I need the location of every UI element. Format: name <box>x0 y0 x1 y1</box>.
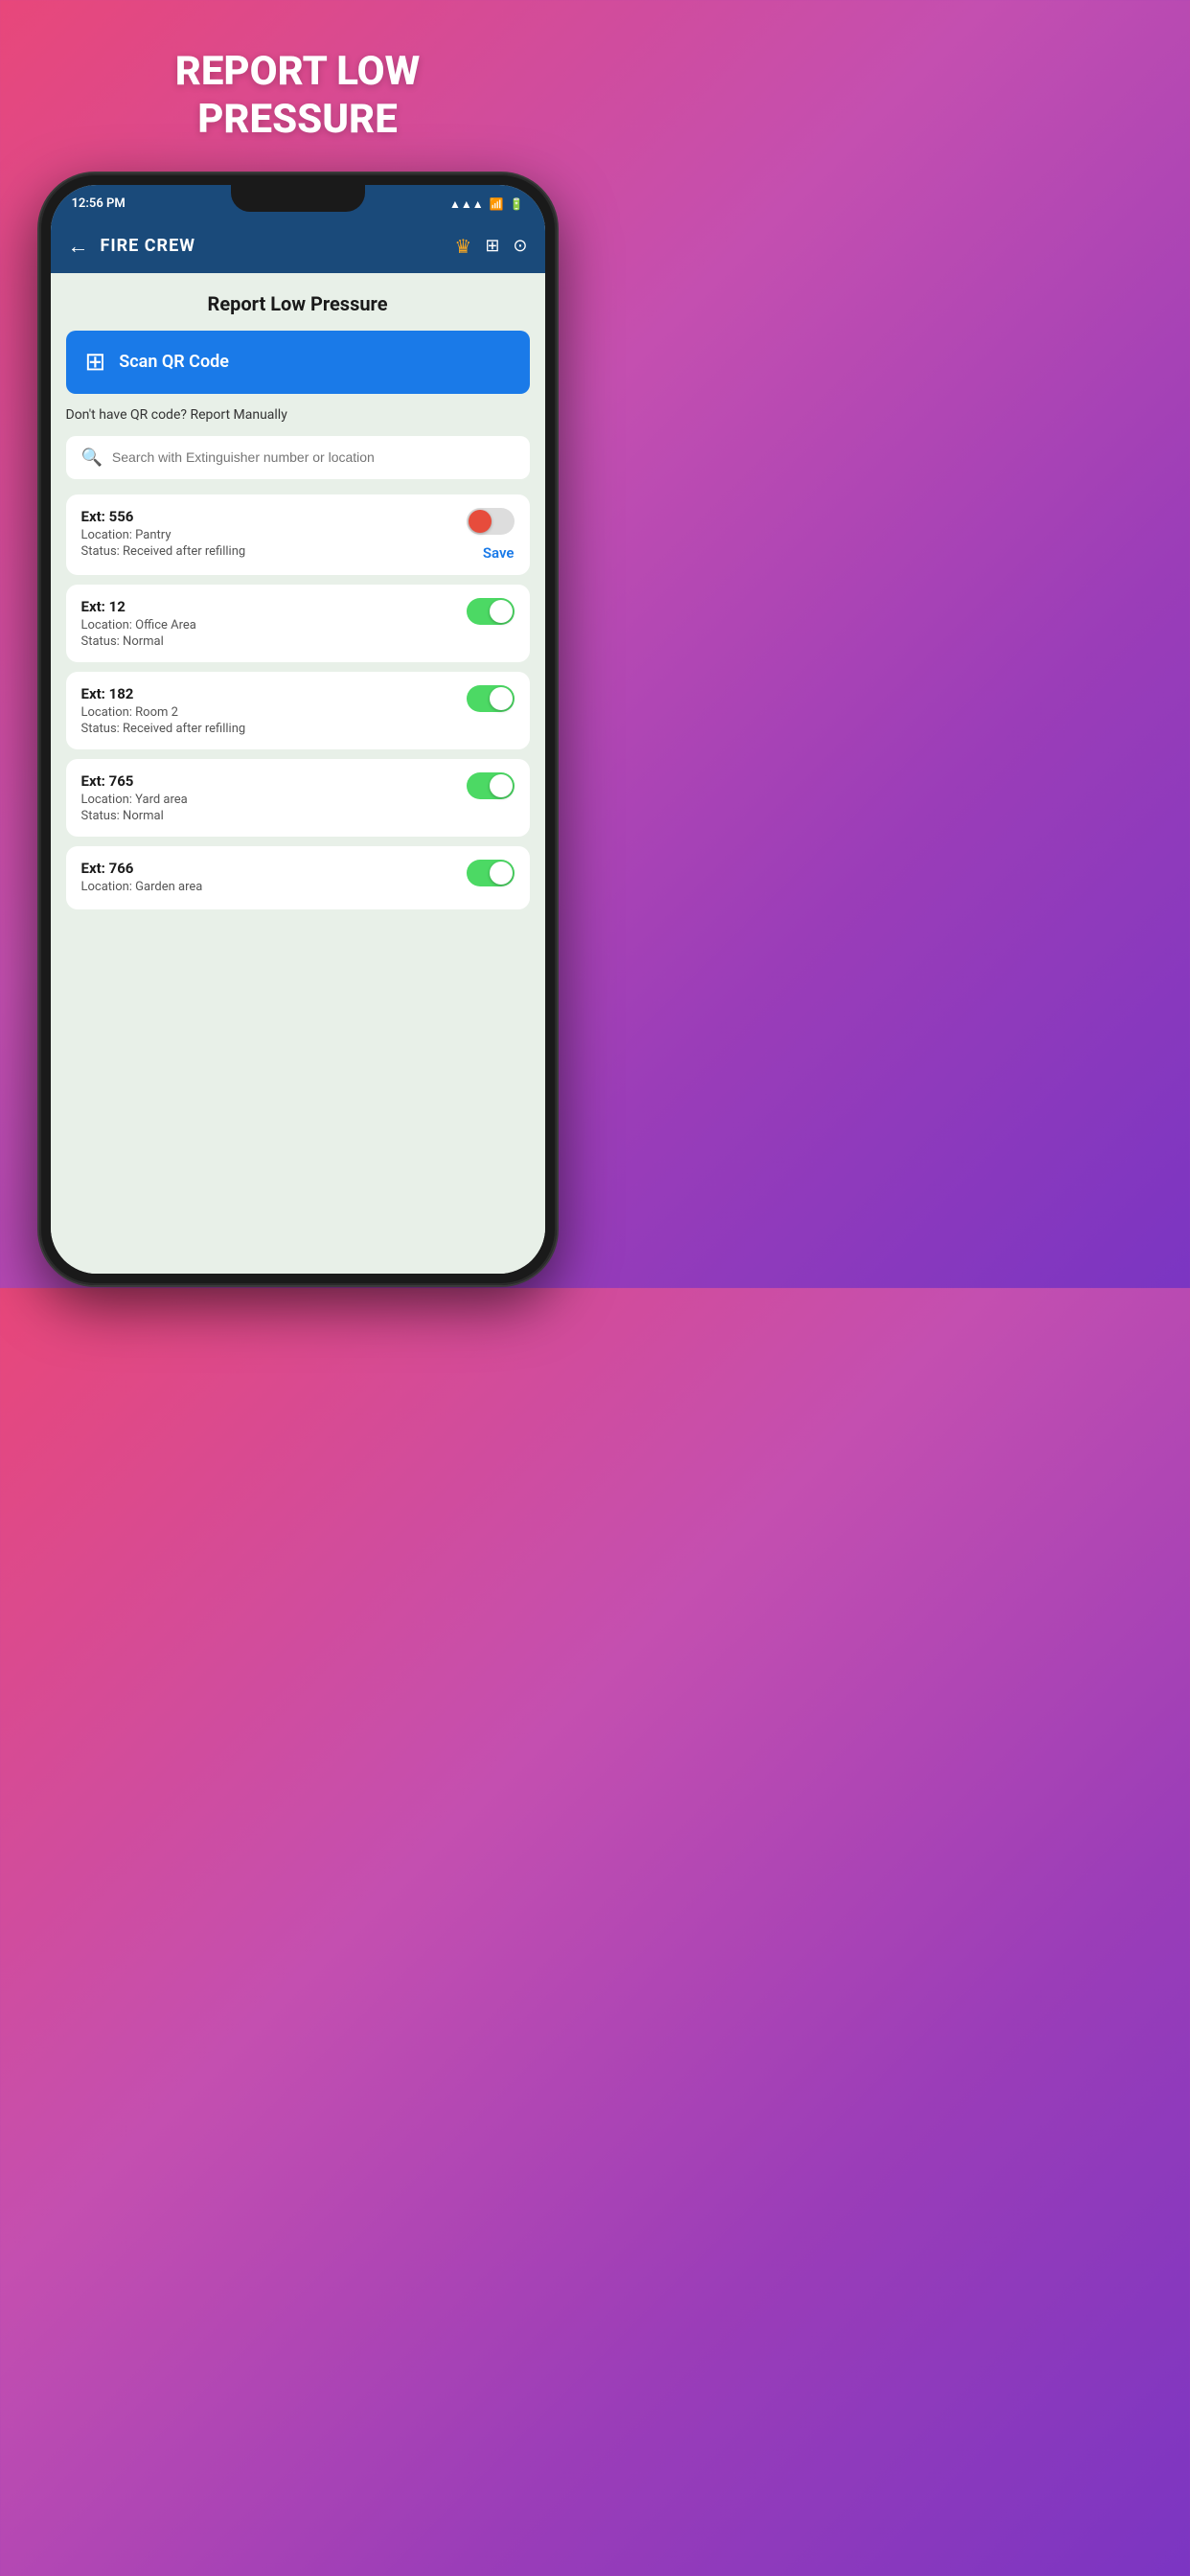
toggle-thumb-556 <box>469 510 492 533</box>
headline-line2: PRESSURE <box>197 96 398 143</box>
ext-location-766: Location: Garden area <box>81 880 467 894</box>
toggle-track-556 <box>467 508 515 535</box>
battery-icon: 🔋 <box>510 197 524 211</box>
ext-number-12: Ext: 12 <box>81 598 467 615</box>
qr-grid-icon[interactable]: ⊞ <box>485 236 499 256</box>
wifi-icon: 📶 <box>490 197 504 211</box>
toggle-12[interactable] <box>467 598 515 625</box>
ext-card-556: Ext: 556 Location: Pantry Status: Receiv… <box>66 494 530 575</box>
scan-qr-button[interactable]: ⊞ Scan QR Code <box>66 331 530 394</box>
signal-icon: ▲▲▲ <box>449 197 484 211</box>
phone-screen: 12:56 PM ▲▲▲ 📶 🔋 ← FIRE CREW ♛ ⊞ ⊙ Repor… <box>51 185 545 1274</box>
ext-number-182: Ext: 182 <box>81 685 467 702</box>
ext-controls-556: Save <box>467 508 515 562</box>
toggle-766[interactable] <box>467 860 515 886</box>
ext-status-182: Status: Received after refilling <box>81 722 467 736</box>
ext-card-182: Ext: 182 Location: Room 2 Status: Receiv… <box>66 672 530 749</box>
ext-number-765: Ext: 765 <box>81 772 467 790</box>
toggle-thumb-12 <box>490 600 513 623</box>
crown-icon[interactable]: ♛ <box>454 235 471 258</box>
ext-location-182: Location: Room 2 <box>81 705 467 720</box>
toggle-track-766 <box>467 860 515 886</box>
scan-qr-label: Scan QR Code <box>119 352 229 372</box>
search-input[interactable] <box>112 449 515 465</box>
phone-frame: 12:56 PM ▲▲▲ 📶 🔋 ← FIRE CREW ♛ ⊞ ⊙ Repor… <box>39 173 557 1285</box>
toggle-556[interactable] <box>467 508 515 535</box>
ext-controls-765 <box>467 772 515 799</box>
back-button[interactable]: ← <box>68 234 89 259</box>
ext-controls-12 <box>467 598 515 625</box>
ext-info-182: Ext: 182 Location: Room 2 Status: Receiv… <box>81 685 467 736</box>
toggle-track-765 <box>467 772 515 799</box>
ext-info-765: Ext: 765 Location: Yard area Status: Nor… <box>81 772 467 823</box>
ext-card-766: Ext: 766 Location: Garden area <box>66 846 530 909</box>
nav-title: FIRE CREW <box>101 236 455 256</box>
ext-info-766: Ext: 766 Location: Garden area <box>81 860 467 896</box>
toggle-182[interactable] <box>467 685 515 712</box>
ext-controls-182 <box>467 685 515 712</box>
ext-location-556: Location: Pantry <box>81 528 467 542</box>
ext-status-765: Status: Normal <box>81 809 467 823</box>
toggle-track-12 <box>467 598 515 625</box>
phone-notch <box>231 185 365 212</box>
ext-card-12: Ext: 12 Location: Office Area Status: No… <box>66 585 530 662</box>
ext-info-556: Ext: 556 Location: Pantry Status: Receiv… <box>81 508 467 559</box>
toggle-thumb-182 <box>490 687 513 710</box>
headset-icon[interactable]: ⊙ <box>513 236 527 256</box>
ext-info-12: Ext: 12 Location: Office Area Status: No… <box>81 598 467 649</box>
nav-bar: ← FIRE CREW ♛ ⊞ ⊙ <box>51 219 545 273</box>
nav-icons: ♛ ⊞ ⊙ <box>454 235 527 258</box>
save-button-556[interactable]: Save <box>483 544 515 562</box>
ext-status-12: Status: Normal <box>81 634 467 649</box>
manual-report-text: Don't have QR code? Report Manually <box>66 407 530 423</box>
search-icon: 🔍 <box>81 448 103 468</box>
ext-status-556: Status: Received after refilling <box>81 544 467 559</box>
toggle-track-182 <box>467 685 515 712</box>
ext-number-556: Ext: 556 <box>81 508 467 525</box>
ext-number-766: Ext: 766 <box>81 860 467 877</box>
content-area: Report Low Pressure ⊞ Scan QR Code Don't… <box>51 273 545 1274</box>
ext-location-765: Location: Yard area <box>81 793 467 807</box>
page-title: Report Low Pressure <box>66 292 530 315</box>
search-bar: 🔍 <box>66 436 530 479</box>
status-icons: ▲▲▲ 📶 🔋 <box>449 197 524 211</box>
page-headline: REPORT LOW PRESSURE <box>175 48 421 145</box>
qr-code-icon: ⊞ <box>85 348 106 377</box>
status-time: 12:56 PM <box>72 196 126 211</box>
ext-controls-766 <box>467 860 515 886</box>
ext-card-765: Ext: 765 Location: Yard area Status: Nor… <box>66 759 530 837</box>
toggle-thumb-765 <box>490 774 513 797</box>
toggle-thumb-766 <box>490 862 513 885</box>
headline-line1: REPORT LOW <box>175 48 421 95</box>
ext-location-12: Location: Office Area <box>81 618 467 632</box>
toggle-765[interactable] <box>467 772 515 799</box>
